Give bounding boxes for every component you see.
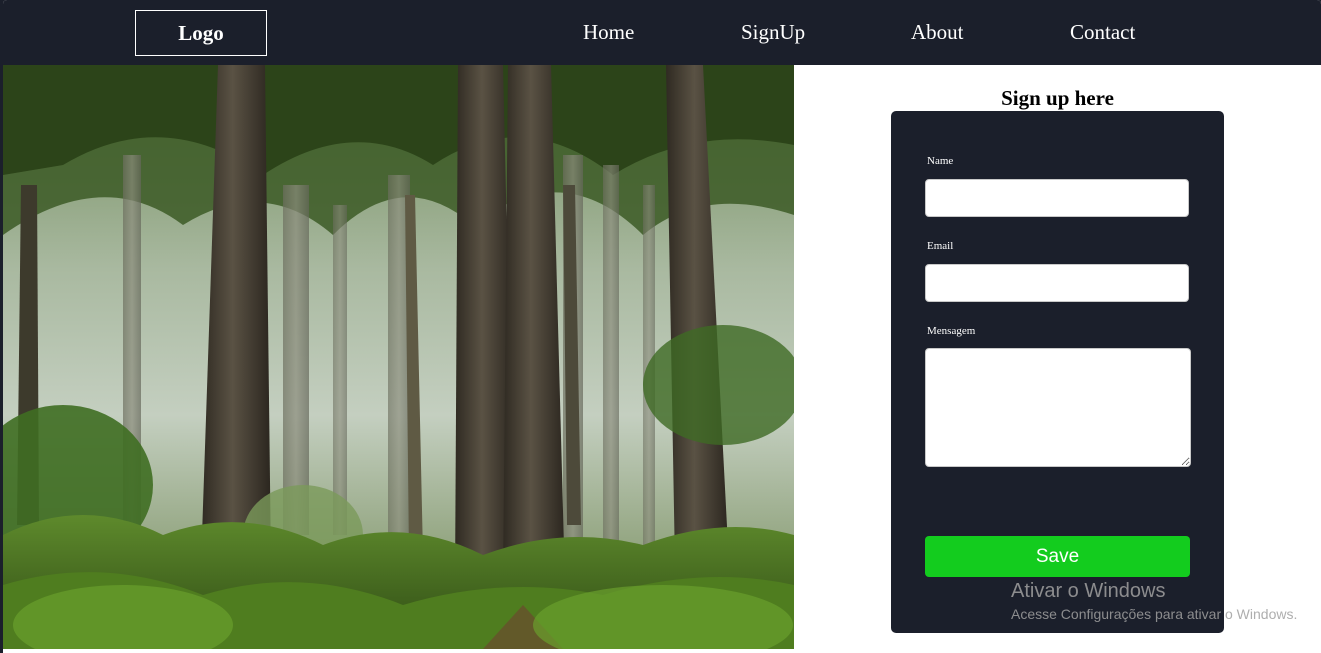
message-label: Mensagem xyxy=(927,325,976,337)
nav-link-contact[interactable]: Contact xyxy=(1070,20,1135,45)
name-label: Name xyxy=(927,155,954,167)
save-button[interactable]: Save xyxy=(925,536,1190,577)
nav-link-signup[interactable]: SignUp xyxy=(741,20,805,45)
page-frame: Logo Home SignUp About Contact Sign up h… xyxy=(3,0,1321,653)
nav-link-home[interactable]: Home xyxy=(583,20,634,45)
nav-link-about[interactable]: About xyxy=(911,20,964,45)
form-title: Sign up here xyxy=(1001,86,1114,110)
navbar: Logo Home SignUp About Contact xyxy=(3,0,1321,65)
logo[interactable]: Logo xyxy=(135,10,267,56)
message-textarea[interactable] xyxy=(925,348,1191,467)
signup-form: Name Email Mensagem Save xyxy=(891,111,1224,633)
name-field[interactable] xyxy=(925,179,1189,217)
forest-photo xyxy=(3,65,794,649)
email-field[interactable] xyxy=(925,264,1189,302)
windows-activation-title: Ativar o Windows xyxy=(1011,580,1166,602)
windows-activation-subtitle: Acesse Configurações para ativar o Windo… xyxy=(1011,606,1298,622)
email-label: Email xyxy=(927,240,954,252)
